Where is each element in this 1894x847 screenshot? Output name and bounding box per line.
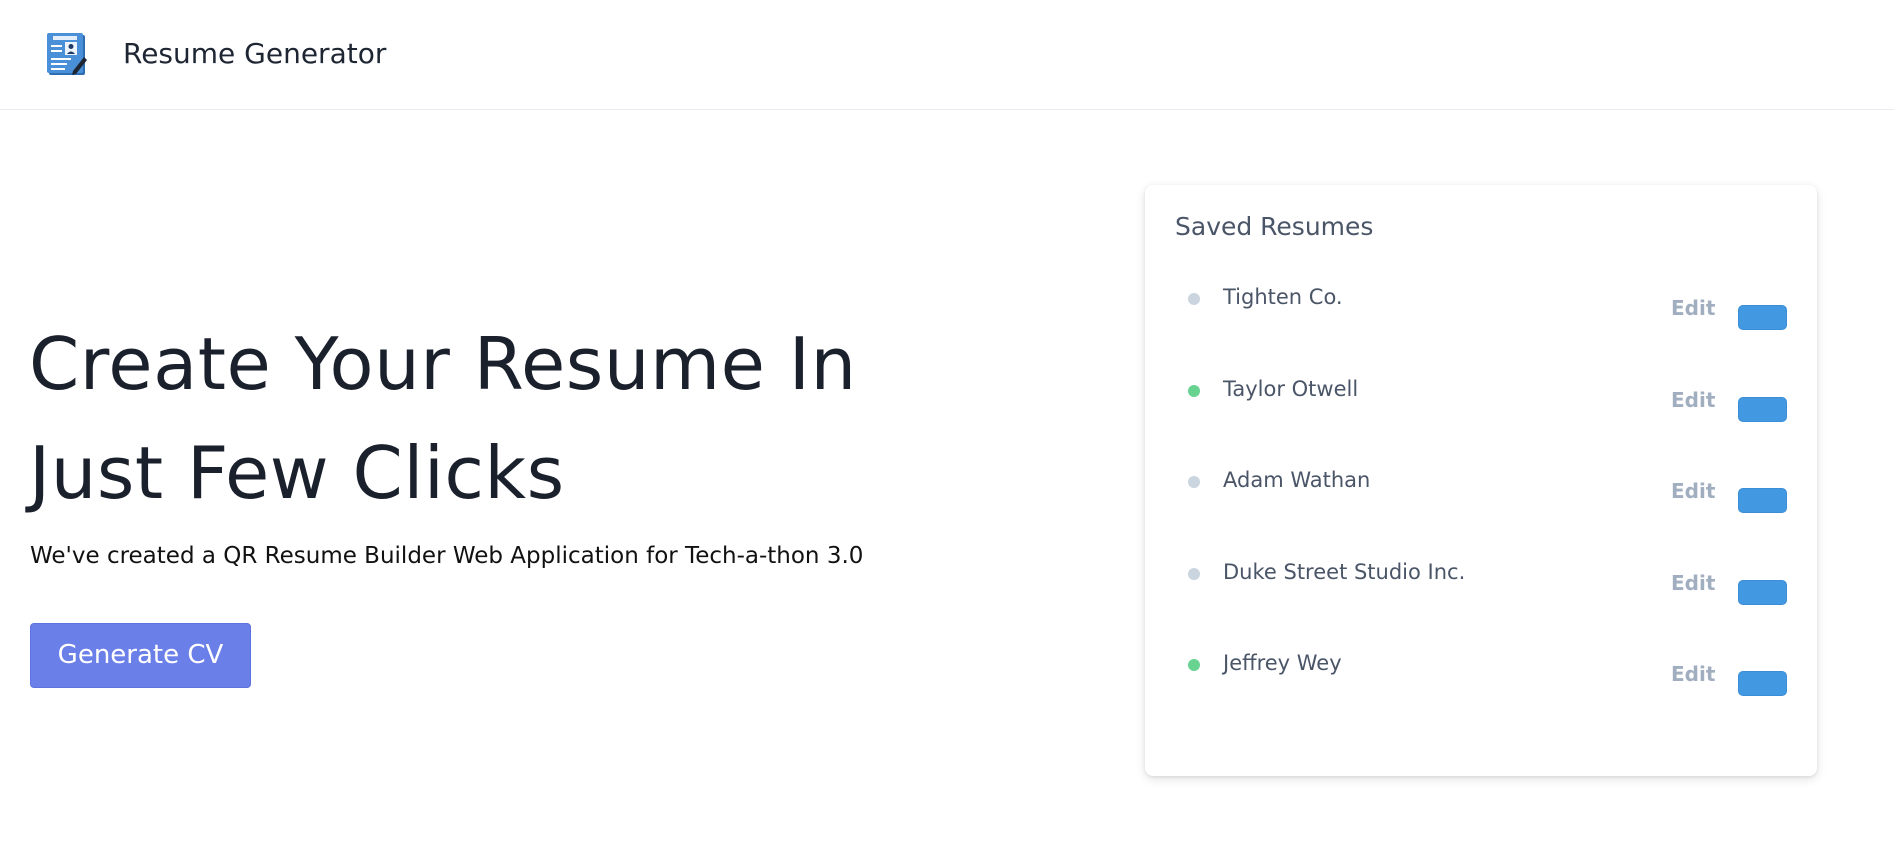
hero-title-line-1: Create Your Resume In — [29, 322, 857, 406]
saved-resumes-title: Saved Resumes — [1175, 212, 1374, 241]
resume-name: Tighten Co. — [1223, 285, 1343, 309]
resume-action-button[interactable] — [1738, 488, 1787, 513]
resume-name: Adam Wathan — [1223, 468, 1371, 492]
status-dot — [1188, 385, 1200, 397]
status-dot — [1188, 659, 1200, 671]
hero-subtitle: We've created a QR Resume Builder Web Ap… — [30, 543, 864, 569]
resume-action-button[interactable] — [1738, 580, 1787, 605]
resume-row-jeffrey-wey: Jeffrey Wey Edit — [1145, 634, 1817, 696]
edit-link[interactable]: Edit — [1671, 660, 1715, 688]
resume-action-button[interactable] — [1738, 397, 1787, 422]
resume-row-adam-wathan: Adam Wathan Edit — [1145, 451, 1817, 513]
generate-cv-button[interactable]: Generate CV — [30, 623, 251, 688]
navbar: Resume Generator — [0, 0, 1894, 110]
resume-name: Taylor Otwell — [1223, 377, 1359, 401]
status-dot — [1188, 476, 1200, 488]
saved-resumes-card: Saved Resumes Tighten Co. Edit Taylor Ot… — [1145, 185, 1817, 776]
resume-action-button[interactable] — [1738, 305, 1787, 330]
status-dot — [1188, 293, 1200, 305]
resume-name: Duke Street Studio Inc. — [1223, 560, 1466, 584]
app-brand[interactable]: Resume Generator — [123, 37, 386, 71]
resume-name: Jeffrey Wey — [1223, 651, 1342, 675]
hero-title-line-2: Just Few Clicks — [29, 431, 565, 515]
edit-link[interactable]: Edit — [1671, 569, 1715, 597]
resume-row-duke-street-studio: Duke Street Studio Inc. Edit — [1145, 543, 1817, 605]
resume-row-taylor-otwell: Taylor Otwell Edit — [1145, 360, 1817, 422]
resume-action-button[interactable] — [1738, 671, 1787, 696]
edit-link[interactable]: Edit — [1671, 386, 1715, 414]
edit-link[interactable]: Edit — [1671, 294, 1715, 322]
resume-document-icon[interactable] — [45, 31, 89, 77]
edit-link[interactable]: Edit — [1671, 477, 1715, 505]
resume-row-tighten-co: Tighten Co. Edit — [1145, 268, 1817, 330]
status-dot — [1188, 568, 1200, 580]
hero-title: Create Your Resume In Just Few Clicks — [29, 310, 909, 528]
